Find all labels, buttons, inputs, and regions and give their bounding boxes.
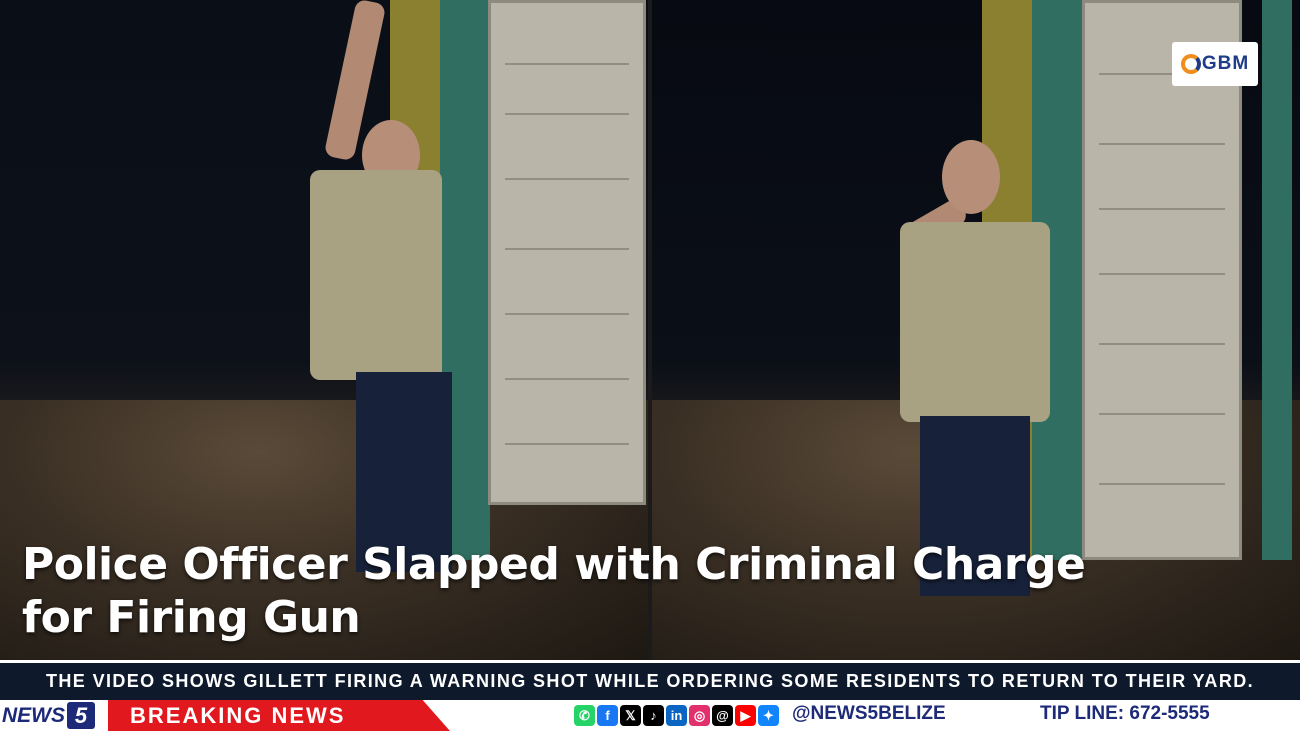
social-icons: ✆ f 𝕏 ♪ in ◎ @ ▶ ✦ xyxy=(574,704,779,727)
bottom-bar: NEWS 5 BREAKING NEWS ✆ f 𝕏 ♪ in ◎ @ ▶ ✦ … xyxy=(0,700,1300,731)
news-ticker: THE VIDEO SHOWS GILLETT FIRING A WARNING… xyxy=(0,660,1300,700)
breaking-news-label: BREAKING NEWS xyxy=(130,702,346,728)
headline: Police Officer Slapped with Criminal Cha… xyxy=(22,538,1282,644)
whatsapp-icon[interactable]: ✆ xyxy=(574,705,595,726)
x-icon[interactable]: 𝕏 xyxy=(620,705,641,726)
headline-line-2: for Firing Gun xyxy=(22,592,361,643)
linkedin-icon[interactable]: in xyxy=(666,705,687,726)
threads-icon[interactable]: @ xyxy=(712,705,733,726)
logo-ring-icon xyxy=(1180,54,1201,74)
logo-text: GBM xyxy=(1201,53,1250,74)
gbm-logo: GBM xyxy=(1172,42,1258,86)
officer-shirt xyxy=(900,222,1050,422)
video-frame: GBM Police Officer Slapped with Criminal… xyxy=(0,0,1300,731)
brand-text: NEWS xyxy=(2,703,65,727)
facebook-icon[interactable]: f xyxy=(597,705,618,726)
breaking-news-banner: BREAKING NEWS xyxy=(108,700,450,731)
tiktok-icon[interactable]: ♪ xyxy=(643,705,664,726)
instagram-icon[interactable]: ◎ xyxy=(689,705,710,726)
brand-number: 5 xyxy=(67,702,95,729)
youtube-icon[interactable]: ▶ xyxy=(735,705,756,726)
door xyxy=(488,0,646,505)
ticker-text: THE VIDEO SHOWS GILLETT FIRING A WARNING… xyxy=(45,671,1255,691)
officer-shirt xyxy=(310,170,442,380)
social-handle: @NEWS5BELIZE xyxy=(792,703,946,724)
headline-line-1: Police Officer Slapped with Criminal Cha… xyxy=(22,539,1086,590)
news5-brand: NEWS 5 xyxy=(0,700,110,731)
door-frame-right xyxy=(1262,0,1292,560)
bluesky-icon[interactable]: ✦ xyxy=(758,705,779,726)
tip-line: TIP LINE: 672-5555 xyxy=(1040,703,1210,724)
officer-head xyxy=(942,140,1000,214)
